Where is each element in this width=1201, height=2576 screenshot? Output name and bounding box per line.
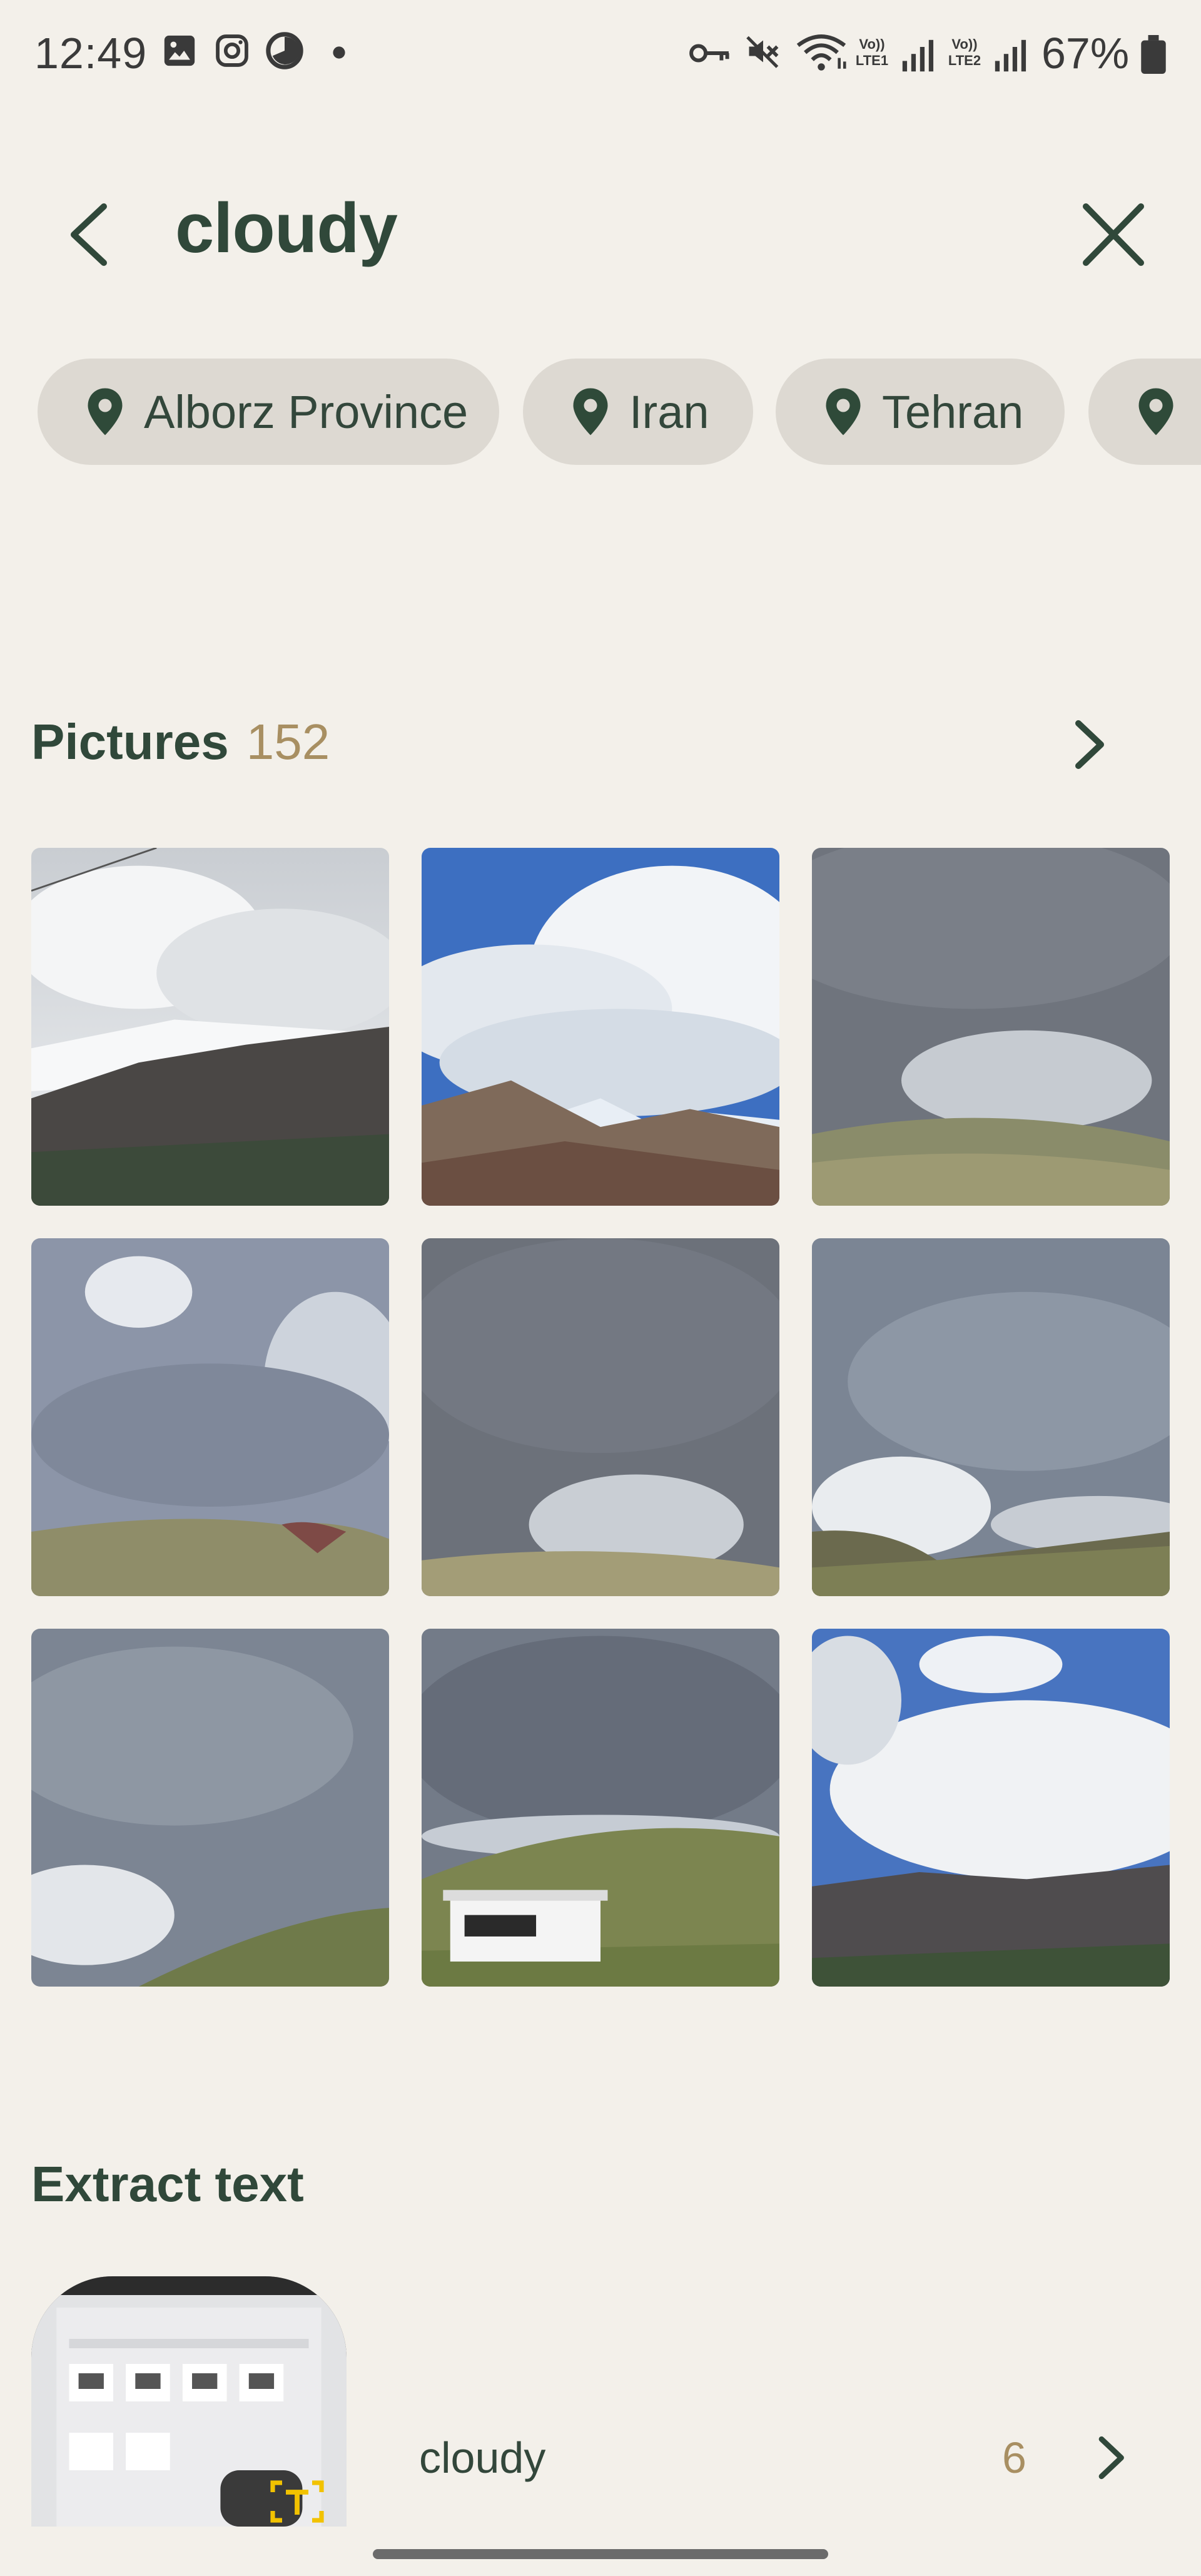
pictures-title: Pictures: [31, 714, 229, 770]
extract-text-count: 6: [1002, 2433, 1026, 2482]
search-query[interactable]: cloudy: [175, 188, 398, 268]
text-extract-icon: [270, 2480, 324, 2523]
photo-thumbnail[interactable]: [31, 848, 389, 1206]
status-time: 12:49: [34, 29, 148, 78]
location-pin-icon: [1138, 388, 1173, 435]
signal-lte1-icon: Vo)) LTE1: [852, 35, 940, 76]
pictures-header[interactable]: Pictures 152: [31, 713, 330, 771]
location-pin-icon: [88, 388, 123, 435]
photo-thumbnail[interactable]: [812, 848, 1170, 1206]
photo-thumbnail[interactable]: [812, 1629, 1170, 1987]
photo-thumbnail[interactable]: [31, 1238, 389, 1596]
chevron-right-icon[interactable]: [1088, 2426, 1132, 2489]
pictures-grid: [31, 848, 1170, 1987]
chip-label: Iran: [629, 385, 709, 438]
location-chips: Alborz Province Iran Tehran: [0, 359, 1201, 466]
battery-percent: 67%: [1041, 29, 1130, 78]
chip-alborz-province[interactable]: Alborz Province: [38, 359, 499, 465]
pictures-count: 152: [246, 714, 330, 770]
gallery-icon: [164, 35, 195, 66]
extract-text-title: Extract text: [31, 2156, 304, 2212]
signal-lte2-icon: Vo)) LTE2: [945, 35, 1032, 76]
chip-label: Alborz Province: [144, 385, 469, 438]
extract-text-label: cloudy: [419, 2433, 546, 2482]
sim1-label: Vo)) LTE1: [855, 36, 889, 68]
photo-thumbnail[interactable]: [31, 1629, 389, 1987]
timer-icon: [266, 32, 303, 69]
wifi-icon: [796, 34, 846, 71]
photo-thumbnail[interactable]: [422, 1238, 779, 1596]
location-pin-icon: [826, 388, 861, 435]
mute-icon: [746, 36, 779, 68]
photo-thumbnail[interactable]: [812, 1238, 1170, 1596]
photo-thumbnail[interactable]: [422, 1629, 779, 1987]
chip-tehran[interactable]: Tehran: [776, 359, 1065, 465]
dot-icon: [333, 46, 345, 59]
back-button[interactable]: [56, 200, 119, 269]
instagram-icon: [216, 34, 248, 67]
sim2-label: Vo)) LTE2: [948, 36, 981, 68]
extract-text-thumbnail[interactable]: [31, 2276, 347, 2527]
pictures-more-button[interactable]: [1063, 713, 1113, 776]
chip-label: Tehran: [882, 385, 1024, 438]
clear-search-button[interactable]: [1076, 200, 1151, 269]
extract-text-row[interactable]: cloudy 6: [31, 2276, 1170, 2527]
chip-iran[interactable]: Iran: [523, 359, 753, 465]
home-indicator[interactable]: [373, 2549, 828, 2559]
status-bar: 12:49 Vo)) LTE1 Vo)) LTE2 67%: [0, 0, 1201, 106]
vpn-key-icon: [689, 44, 729, 63]
location-pin-icon: [573, 388, 608, 435]
chip-more[interactable]: [1088, 359, 1201, 465]
photo-thumbnail[interactable]: [422, 848, 779, 1206]
battery-icon: [1141, 35, 1166, 74]
